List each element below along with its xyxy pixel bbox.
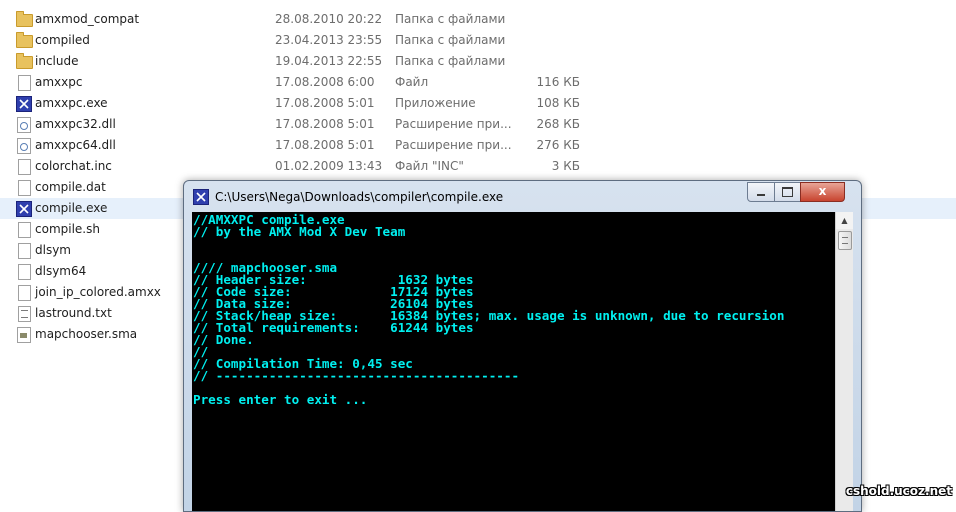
file-name: join_ip_colored.amxx <box>35 285 161 299</box>
console-output[interactable]: //AMXXPC compile.exe// by the AMX Mod X … <box>192 212 835 511</box>
file-type: Расширение при... <box>395 138 512 152</box>
file-name: lastround.txt <box>35 306 112 320</box>
file-name: dlsym <box>35 243 71 257</box>
watermark: cshold.ucoz.net <box>845 484 952 498</box>
file-row[interactable]: amxmod_compat 28.08.2010 20:22 Папка с фай… <box>0 9 956 30</box>
file-row[interactable]: amxxpc 17.08.2008 6:00 Файл 116 КБ <box>0 72 956 93</box>
close-button[interactable]: x <box>800 182 845 202</box>
file-type: Приложение <box>395 96 476 110</box>
file-name: amxxpc.exe <box>35 96 108 110</box>
scroll-up-icon[interactable]: ▲ <box>836 212 853 229</box>
console-line: // Done. <box>193 332 254 347</box>
file-row[interactable]: colorchat.inc 01.02.2009 13:43 Файл "INC" 3… <box>0 156 956 177</box>
file-date: 28.08.2010 20:22 <box>275 12 383 26</box>
file-size: 276 КБ <box>536 138 580 152</box>
file-type: Папка с файлами <box>395 33 506 47</box>
console-line: // -------------------------------------… <box>193 368 520 383</box>
file-date: 17.08.2008 5:01 <box>275 96 375 110</box>
file-icon <box>18 75 31 91</box>
file-name: compile.sh <box>35 222 100 236</box>
file-name: colorchat.inc <box>35 159 112 173</box>
file-row[interactable]: compiled 23.04.2013 23:55 Папка с файлами <box>0 30 956 51</box>
file-icon <box>18 222 31 238</box>
console-window[interactable]: C:\Users\Nega\Downloads\compiler\compile… <box>183 180 862 512</box>
file-type: Папка с файлами <box>395 54 506 68</box>
file-size: 108 КБ <box>536 96 580 110</box>
console-text: //AMXXPC compile.exe// by the AMX Mod X … <box>193 213 784 407</box>
console-title: C:\Users\Nega\Downloads\compiler\compile… <box>215 190 504 204</box>
minimize-icon <box>757 194 765 196</box>
file-name: include <box>35 54 79 68</box>
file-name: mapchooser.sma <box>35 327 138 341</box>
file-type: Расширение при... <box>395 117 512 131</box>
file-row[interactable]: amxxpc64.dll 17.08.2008 5:01 Расширение пр… <box>0 135 956 156</box>
file-type: Файл "INC" <box>395 159 464 173</box>
file-date: 17.08.2008 5:01 <box>275 138 375 152</box>
file-name: amxxpc32.dll <box>35 117 116 131</box>
file-row[interactable]: include 19.04.2013 22:55 Папка с файлами <box>0 51 956 72</box>
folder-icon <box>16 32 33 48</box>
exe-icon <box>16 201 32 217</box>
file-type: Папка с файлами <box>395 12 506 26</box>
file-icon <box>18 159 31 175</box>
file-date: 17.08.2008 6:00 <box>275 75 375 89</box>
console-scrollbar[interactable]: ▲ <box>835 212 853 511</box>
file-name: compile.dat <box>35 180 106 194</box>
scroll-thumb[interactable] <box>838 231 852 250</box>
file-date: 01.02.2009 13:43 <box>275 159 383 173</box>
file-name: compile.exe <box>35 201 108 215</box>
file-icon <box>18 180 31 196</box>
console-line: // Total requirements: 61244 bytes <box>193 320 474 335</box>
file-icon <box>18 285 31 301</box>
file-icon <box>18 264 31 280</box>
console-line: Press enter to exit ... <box>193 392 368 407</box>
maximize-button[interactable] <box>774 182 801 202</box>
file-size: 116 КБ <box>536 75 580 89</box>
txt-icon <box>18 306 31 322</box>
file-date: 23.04.2013 23:55 <box>275 33 383 47</box>
file-size: 3 КБ <box>551 159 580 173</box>
file-row[interactable]: amxxpc.exe 17.08.2008 5:01 Приложение 108 К… <box>0 93 956 114</box>
console-title-bar[interactable]: C:\Users\Nega\Downloads\compiler\compile… <box>184 181 861 211</box>
console-line: // by the AMX Mod X Dev Team <box>193 224 406 239</box>
folder-icon <box>16 53 33 69</box>
file-type: Файл <box>395 75 429 89</box>
folder-icon <box>16 11 33 27</box>
file-date: 19.04.2013 22:55 <box>275 54 383 68</box>
file-size: 268 КБ <box>536 117 580 131</box>
file-date: 17.08.2008 5:01 <box>275 117 375 131</box>
file-name: amxxpc <box>35 75 83 89</box>
file-name: amxmod_compat <box>35 12 140 26</box>
maximize-icon <box>782 187 793 197</box>
dll-icon <box>17 138 31 154</box>
file-icon <box>18 243 31 259</box>
file-row[interactable]: amxxpc32.dll 17.08.2008 5:01 Расширение пр… <box>0 114 956 135</box>
file-name: dlsym64 <box>35 264 87 278</box>
exe-icon <box>16 96 32 112</box>
console-app-icon[interactable] <box>193 189 209 205</box>
close-icon: x <box>818 184 827 198</box>
dll-icon <box>17 117 31 133</box>
minimize-button[interactable] <box>747 182 775 202</box>
sma-icon <box>17 327 31 343</box>
file-name: amxxpc64.dll <box>35 138 116 152</box>
file-name: compiled <box>35 33 90 47</box>
